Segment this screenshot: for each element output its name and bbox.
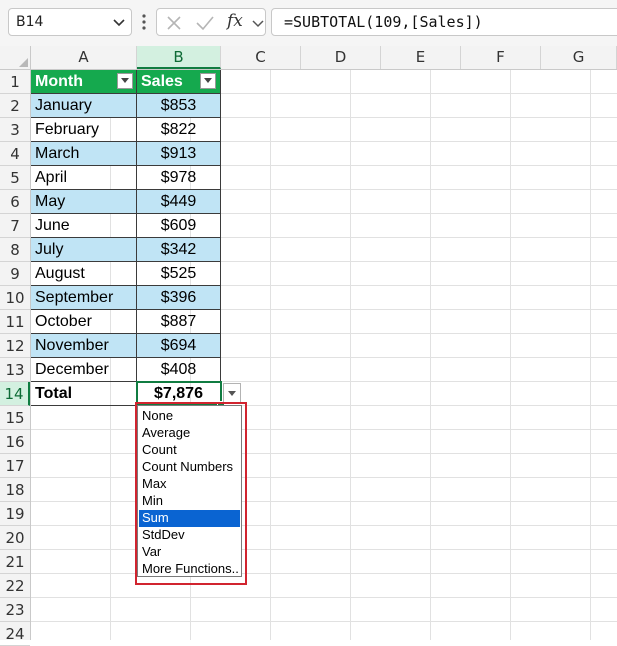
row-header[interactable]: 19	[0, 502, 30, 526]
sales-cell[interactable]: $525	[137, 262, 221, 286]
row-headers: 1 2 3 4 5 6 7 8 9 10 11 12 13 14 15 16 1…	[0, 70, 31, 646]
month-cell[interactable]: November	[31, 334, 137, 358]
column-header-g[interactable]: G	[541, 46, 617, 69]
filter-dropdown-icon[interactable]	[200, 73, 216, 89]
column-header-f[interactable]: F	[461, 46, 541, 69]
month-cell[interactable]: October	[31, 310, 137, 334]
table-header-sales[interactable]: Sales	[137, 70, 221, 94]
row-header[interactable]: 20	[0, 526, 30, 550]
highlight-box	[135, 402, 247, 585]
row-header[interactable]: 3	[0, 118, 30, 142]
column-header-e[interactable]: E	[381, 46, 461, 69]
row-header[interactable]: 16	[0, 430, 30, 454]
cancel-icon[interactable]	[165, 14, 183, 36]
row-header-selected[interactable]: 14	[0, 382, 30, 406]
row-header[interactable]: 6	[0, 190, 30, 214]
month-cell[interactable]: August	[31, 262, 137, 286]
total-dropdown-button[interactable]	[223, 383, 241, 403]
header-label: Sales	[141, 73, 183, 90]
row-header[interactable]: 11	[0, 310, 30, 334]
row-header[interactable]: 23	[0, 598, 30, 622]
row-header[interactable]: 9	[0, 262, 30, 286]
month-cell[interactable]: June	[31, 214, 137, 238]
column-headers: A B C D E F G	[0, 46, 617, 70]
name-box-value: B14	[16, 14, 44, 30]
month-cell[interactable]: January	[31, 94, 137, 118]
sales-cell[interactable]: $396	[137, 286, 221, 310]
sales-cell[interactable]: $853	[137, 94, 221, 118]
formula-input[interactable]: =SUBTOTAL(109,[Sales])	[271, 8, 617, 36]
more-options-icon[interactable]	[141, 12, 147, 36]
column-header-c[interactable]: C	[221, 46, 301, 69]
insert-function-button[interactable]: fx	[227, 11, 243, 31]
sales-cell[interactable]: $822	[137, 118, 221, 142]
name-box[interactable]: B14	[8, 8, 132, 36]
sales-cell[interactable]: $913	[137, 142, 221, 166]
check-icon[interactable]	[195, 14, 215, 36]
row-header[interactable]: 24	[0, 622, 30, 646]
month-cell[interactable]: September	[31, 286, 137, 310]
row-header[interactable]: 12	[0, 334, 30, 358]
row-header[interactable]: 22	[0, 574, 30, 598]
row-header[interactable]: 1	[0, 70, 30, 94]
row-header[interactable]: 18	[0, 478, 30, 502]
formula-bar: B14 fx =SUBTOTAL(109,[Sales])	[0, 0, 617, 46]
formula-text: =SUBTOTAL(109,[Sales])	[284, 13, 483, 31]
select-all-corner[interactable]	[0, 46, 31, 69]
row-header[interactable]: 10	[0, 286, 30, 310]
row-header[interactable]: 13	[0, 358, 30, 382]
header-label: Month	[35, 73, 83, 90]
formula-controls: fx	[156, 8, 266, 36]
sales-cell[interactable]: $609	[137, 214, 221, 238]
column-header-a[interactable]: A	[31, 46, 137, 69]
chevron-down-icon[interactable]	[251, 15, 265, 34]
month-cell[interactable]: February	[31, 118, 137, 142]
month-cell[interactable]: April	[31, 166, 137, 190]
chevron-down-icon[interactable]	[111, 14, 127, 34]
total-label-cell[interactable]: Total	[31, 382, 137, 406]
row-header[interactable]: 2	[0, 94, 30, 118]
sales-cell[interactable]: $342	[137, 238, 221, 262]
sales-cell[interactable]: $449	[137, 190, 221, 214]
month-cell[interactable]: December	[31, 358, 137, 382]
month-cell[interactable]: May	[31, 190, 137, 214]
row-header[interactable]: 8	[0, 238, 30, 262]
sales-cell[interactable]: $408	[137, 358, 221, 382]
row-header[interactable]: 21	[0, 550, 30, 574]
month-cell[interactable]: July	[31, 238, 137, 262]
row-header[interactable]: 5	[0, 166, 30, 190]
sales-cell[interactable]: $694	[137, 334, 221, 358]
column-header-d[interactable]: D	[301, 46, 381, 69]
filter-dropdown-icon[interactable]	[117, 73, 133, 89]
row-header[interactable]: 7	[0, 214, 30, 238]
month-cell[interactable]: March	[31, 142, 137, 166]
column-header-b[interactable]: B	[137, 46, 221, 69]
sales-cell[interactable]: $887	[137, 310, 221, 334]
row-header[interactable]: 15	[0, 406, 30, 430]
table-header-month[interactable]: Month	[31, 70, 137, 94]
sales-cell[interactable]: $978	[137, 166, 221, 190]
row-header[interactable]: 4	[0, 142, 30, 166]
row-header[interactable]: 17	[0, 454, 30, 478]
